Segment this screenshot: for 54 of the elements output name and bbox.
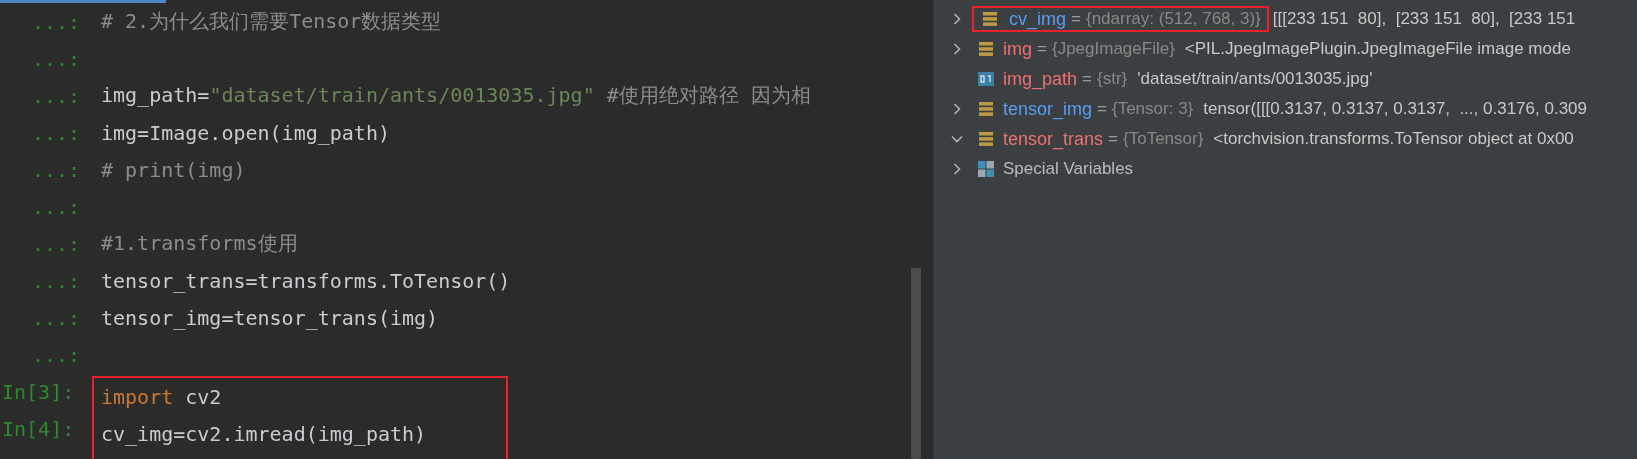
chevron-right-icon[interactable] [951, 163, 963, 175]
equals-sign: = [1108, 129, 1118, 149]
stack-icon [978, 131, 994, 147]
console-prompt: ...: [32, 342, 81, 367]
chevron-right-icon[interactable] [951, 43, 963, 55]
code-line: import cv2 [101, 384, 222, 409]
variable-name[interactable]: tensor_trans [1003, 130, 1104, 148]
stack-icon [982, 11, 998, 27]
console-prompt: ...: [32, 305, 81, 330]
stack-icon [978, 41, 994, 57]
chevron-right-icon[interactable] [951, 103, 963, 115]
variable-name[interactable]: cv_img [1009, 10, 1066, 28]
code-line: img=Image.open(img_path) [101, 120, 390, 145]
console-prompt: ...: [32, 268, 81, 293]
console-prompt: ...: [32, 83, 81, 108]
code-line: cv_img=cv2.imread(img_path) [101, 421, 427, 446]
variable-value: tensor([[[0.3137, 0.3137, 0.3137, ..., 0.3176, 0.309 [1203, 99, 1587, 119]
console-prompt: ...: [32, 9, 81, 34]
grid-icon [978, 161, 994, 177]
variable-type: {str} [1097, 69, 1128, 89]
variable-type: {ndarray: (512, 768, 3)} [1085, 9, 1261, 29]
variable-value: [[[233 151 80], [233 151 80], [233 151 [1272, 9, 1576, 29]
equals-sign: = [1097, 99, 1107, 119]
chevron-right-icon[interactable] [951, 13, 963, 25]
console-prompt: In[3]: [2, 379, 75, 404]
variable-value: 'dataset/train/ants/0013035.jpg' [1137, 69, 1373, 89]
equals-sign: = [1071, 9, 1081, 29]
console-prompt: ...: [32, 231, 81, 256]
code-line: #1.transforms使用 [101, 230, 298, 257]
code-line: tensor_img=tensor_trans(img) [101, 305, 439, 330]
console-prompt: In[4]: [2, 416, 75, 441]
code-line: tensor_trans=transforms.ToTensor() [101, 268, 511, 293]
variable-type: {JpegImageFile} [1051, 39, 1175, 59]
stack-icon [978, 101, 994, 117]
equals-sign: = [1082, 69, 1092, 89]
equals-sign: = [1037, 39, 1047, 59]
code-line: img_path="dataset/train/ants/0013035.jpg" #使用绝对路径 因为相 [101, 82, 811, 109]
console-prompt: ...: [32, 120, 81, 145]
console-prompt: ...: [32, 46, 81, 71]
variable-name[interactable]: img_path [1003, 70, 1078, 88]
console-prompt: ...: [32, 157, 81, 182]
variable-value: <torchvision.transforms.ToTensor object at 0x00 [1213, 129, 1574, 149]
console-prompt: ...: [32, 194, 81, 219]
variable-name[interactable]: tensor_img [1003, 100, 1093, 118]
binary-icon [978, 71, 994, 87]
variable-value: <PIL.JpegImagePlugin.JpegImageFile image mode [1184, 39, 1571, 59]
variable-type: {ToTensor} [1123, 129, 1204, 149]
chevron-down-icon[interactable] [951, 133, 963, 145]
variable-name[interactable]: img [1003, 40, 1032, 58]
code-line: # print(img) [101, 157, 246, 182]
variable-type: {Tensor: 3} [1112, 99, 1194, 119]
scrollbar[interactable] [911, 268, 921, 459]
variable-group-name[interactable]: Special Variables [1003, 159, 1134, 179]
code-line: # 2.为什么我们需要Tensor数据类型 [101, 8, 442, 35]
